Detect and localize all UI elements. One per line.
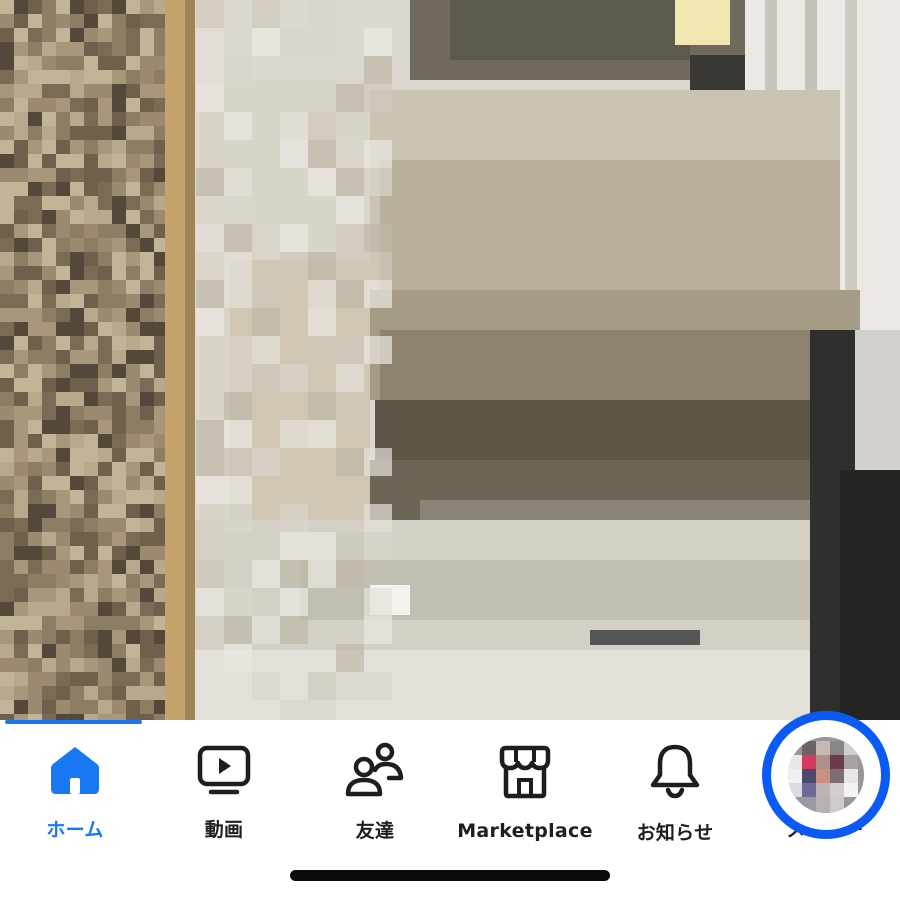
tab-label-notifications: お知らせ — [636, 822, 714, 844]
tab-notifications[interactable]: お知らせ — [600, 742, 750, 844]
mosaic-image — [0, 0, 900, 720]
home-indicator-bar[interactable] — [290, 870, 610, 881]
tab-video[interactable]: 動画 — [149, 742, 299, 842]
tab-label-friends: 友達 — [355, 820, 395, 842]
tab-home[interactable]: ホーム — [0, 742, 150, 842]
avatar — [788, 737, 864, 813]
marketplace-icon — [495, 742, 555, 802]
home-icon — [45, 742, 105, 797]
friends-icon — [345, 742, 405, 798]
post-photo-pixelated[interactable] — [0, 0, 900, 720]
tab-label-video: 動画 — [204, 819, 244, 841]
bell-icon — [645, 742, 705, 800]
video-icon — [194, 742, 254, 797]
tab-label-home: ホーム — [46, 819, 104, 841]
menu-highlight-circle[interactable] — [762, 711, 890, 839]
tab-label-marketplace: Marketplace — [457, 820, 593, 842]
tab-friends[interactable]: 友達 — [300, 742, 450, 842]
active-tab-indicator — [5, 720, 142, 724]
tab-marketplace[interactable]: Marketplace — [450, 742, 600, 842]
